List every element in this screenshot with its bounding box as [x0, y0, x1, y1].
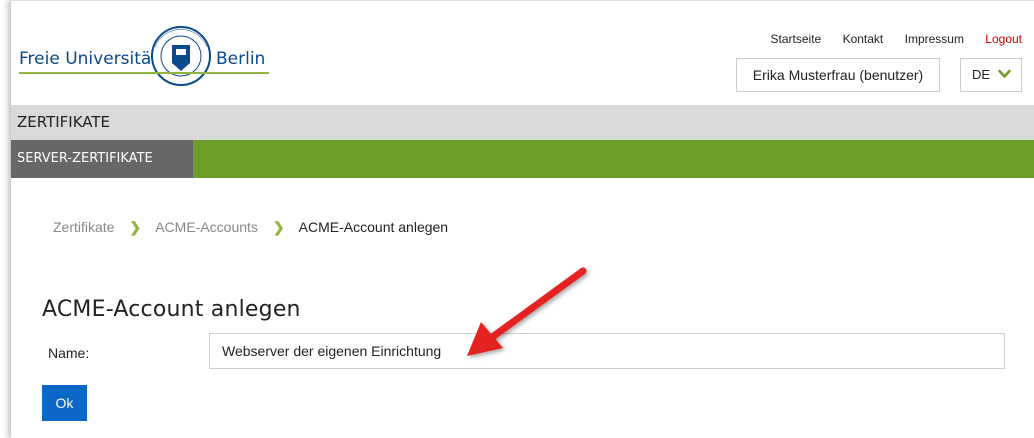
section-title: ZERTIFIKATE: [17, 113, 111, 131]
page-frame: Freie Universität Berlin Startseite Kont…: [11, 0, 1034, 438]
language-value: DE: [972, 67, 991, 82]
breadcrumb-separator-icon: ❯: [272, 219, 285, 235]
breadcrumb-current: ACME-Account anlegen: [298, 219, 449, 235]
logo-right-word: Berlin: [216, 49, 266, 69]
ok-button[interactable]: Ok: [42, 385, 87, 421]
tab-server-zertifikate[interactable]: SERVER-ZERTIFIKATE: [11, 140, 193, 178]
chevron-down-icon: [998, 69, 1011, 78]
user-menu-button[interactable]: Erika Musterfrau (benutzer): [736, 58, 940, 92]
breadcrumb: Zertifikate ❯ ACME-Accounts ❯ ACME-Accou…: [53, 219, 448, 236]
sub-navigation-bar: SERVER-ZERTIFIKATE: [11, 140, 1034, 178]
breadcrumb-zertifikate[interactable]: Zertifikate: [53, 219, 114, 235]
language-select[interactable]: DE: [960, 58, 1022, 92]
logo-underline: [19, 72, 269, 74]
university-seal-icon: [151, 26, 211, 86]
university-logo[interactable]: Freie Universität Berlin: [19, 25, 269, 87]
breadcrumb-separator-icon: ❯: [129, 219, 142, 235]
nav-link-logout[interactable]: Logout: [985, 32, 1022, 46]
name-label: Name:: [48, 345, 90, 361]
annotation-arrow-icon: [467, 267, 587, 356]
top-navigation: Startseite Kontakt Impressum Logout: [753, 32, 1022, 46]
nav-link-kontakt[interactable]: Kontakt: [843, 32, 884, 46]
nav-link-startseite[interactable]: Startseite: [771, 32, 822, 46]
nav-link-impressum[interactable]: Impressum: [905, 32, 964, 46]
logo-left-word: Freie Universität: [19, 49, 158, 69]
site-header: Freie Universität Berlin Startseite Kont…: [11, 1, 1034, 105]
page-title: ACME-Account anlegen: [42, 297, 301, 322]
breadcrumb-acme-accounts[interactable]: ACME-Accounts: [155, 219, 258, 235]
section-title-bar: ZERTIFIKATE: [11, 105, 1034, 140]
